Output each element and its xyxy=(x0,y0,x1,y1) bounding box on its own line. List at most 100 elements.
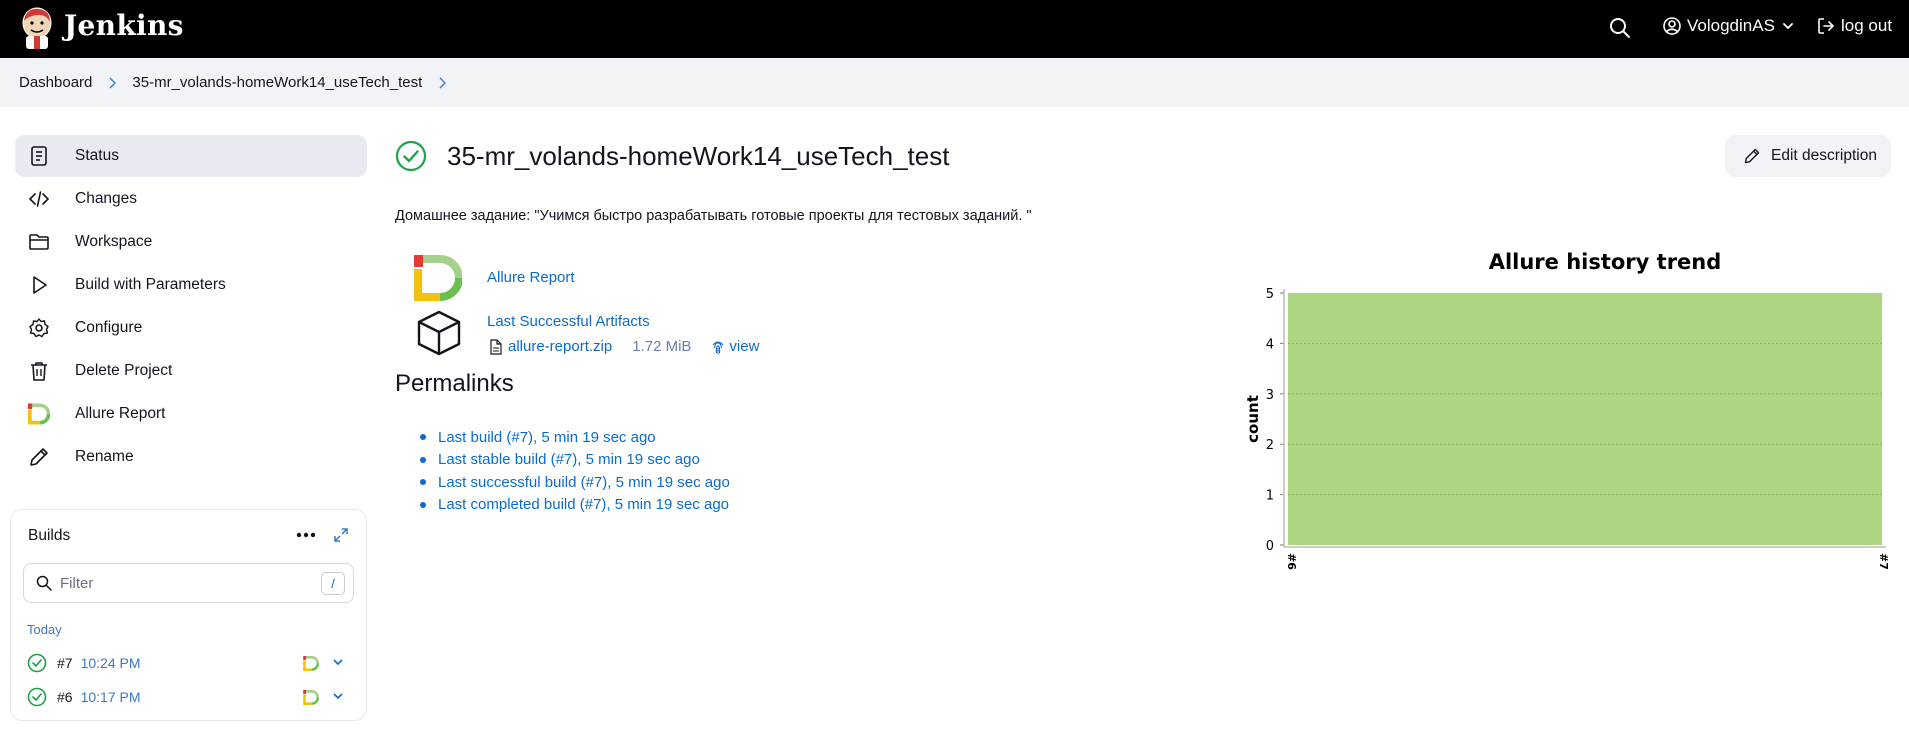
sidebar-item-label: Build with Parameters xyxy=(75,276,226,293)
logout-label: log out xyxy=(1841,16,1893,35)
user-name: VologdinAS xyxy=(1687,16,1775,35)
list-item: Last build (#7), 5 min 19 sec ago xyxy=(420,426,730,449)
pencil-icon xyxy=(27,445,51,469)
x-tick-label: #6 xyxy=(1285,553,1298,570)
expand-icon[interactable] xyxy=(333,527,349,543)
view-label: view xyxy=(729,338,760,355)
breadcrumb-dashboard[interactable]: Dashboard xyxy=(19,74,92,91)
builds-filter[interactable]: / xyxy=(23,563,354,603)
filter-input[interactable] xyxy=(60,574,300,592)
build-row-7[interactable]: #7 10:24 PM xyxy=(27,650,357,676)
build-time[interactable]: 10:24 PM xyxy=(81,655,141,671)
success-icon xyxy=(27,687,47,707)
sidebar-item-label: Allure Report xyxy=(75,405,166,422)
build-number[interactable]: #6 xyxy=(57,689,73,705)
chevron-right-icon[interactable] xyxy=(438,77,447,89)
y-axis-label: count xyxy=(1244,395,1262,443)
brand-name[interactable]: Jenkins xyxy=(64,9,184,42)
artifact-row: allure-report.zip 1.72 MiB view xyxy=(490,338,759,355)
chevron-right-icon[interactable] xyxy=(108,77,117,89)
y-tick-label: 0 xyxy=(1266,539,1274,554)
build-number[interactable]: #7 xyxy=(57,655,73,671)
chevron-down-icon[interactable] xyxy=(332,690,344,702)
side-panel: Status Changes Workspace Build with Para… xyxy=(15,135,367,479)
project-description: Домашнее задание: "Учимся быстро разраба… xyxy=(395,208,1032,224)
more-options-icon[interactable] xyxy=(296,532,316,538)
edit-description-label: Edit description xyxy=(1771,147,1877,164)
play-icon xyxy=(27,273,51,297)
breadcrumb-project[interactable]: 35-mr_volands-homeWork14_useTech_test xyxy=(132,74,422,91)
permalinks-heading: Permalinks xyxy=(395,370,514,397)
search-icon xyxy=(36,575,52,591)
top-header: Jenkins VologdinAS log out xyxy=(0,0,1909,58)
build-group-label: Today xyxy=(27,622,62,637)
breadcrumb: Dashboard 35-mr_volands-homeWork14_useTe… xyxy=(0,58,1909,107)
sidebar-item-build-with-parameters[interactable]: Build with Parameters xyxy=(15,264,367,306)
sidebar-item-label: Workspace xyxy=(75,233,153,250)
code-icon xyxy=(27,187,51,211)
build-row-6[interactable]: #6 10:17 PM xyxy=(27,684,357,710)
allure-icon[interactable] xyxy=(303,656,319,671)
sidebar-item-allure-report[interactable]: Allure Report xyxy=(15,393,367,435)
bullet xyxy=(420,456,426,463)
trash-icon xyxy=(27,359,51,383)
x-tick-label: #7 xyxy=(1877,553,1890,570)
sidebar-item-delete-project[interactable]: Delete Project xyxy=(15,350,367,392)
sidebar-item-label: Changes xyxy=(75,190,138,207)
allure-logo-icon[interactable] xyxy=(414,255,462,301)
allure-icon[interactable] xyxy=(303,690,319,705)
allure-history-trend-chart[interactable]: Allure history trend count 0 1 2 3 4 5 #6 #7 xyxy=(1240,245,1909,575)
sidebar-item-workspace[interactable]: Workspace xyxy=(15,221,367,263)
last-successful-artifacts-link[interactable]: Last Successful Artifacts xyxy=(487,313,650,330)
sidebar-item-label: Configure xyxy=(75,319,143,336)
chevron-down-icon xyxy=(1783,23,1793,30)
y-tick-label: 1 xyxy=(1266,489,1274,504)
fingerprint-icon xyxy=(712,340,724,354)
sidebar-item-status[interactable]: Status xyxy=(15,135,367,177)
list-item: Last successful build (#7), 5 min 19 sec… xyxy=(420,471,730,494)
bullet xyxy=(420,479,426,486)
search-icon[interactable] xyxy=(1609,17,1631,39)
edit-description-button[interactable]: Edit description xyxy=(1725,135,1891,177)
permalink-last-build[interactable]: Last build (#7), 5 min 19 sec ago xyxy=(438,429,656,446)
chart-title: Allure history trend xyxy=(1489,250,1722,274)
logout-link[interactable]: log out xyxy=(1817,16,1892,36)
sidebar-item-label: Rename xyxy=(75,448,134,465)
artifact-file-link[interactable]: allure-report.zip xyxy=(508,338,612,355)
filter-shortcut-key: / xyxy=(321,572,345,595)
y-tick-label: 4 xyxy=(1266,337,1274,352)
sidebar-item-label: Status xyxy=(75,147,119,164)
sidebar-item-changes[interactable]: Changes xyxy=(15,178,367,220)
build-time[interactable]: 10:17 PM xyxy=(81,689,141,705)
y-tick-label: 3 xyxy=(1266,388,1274,403)
success-icon xyxy=(27,653,47,673)
page-title: 35-mr_volands-homeWork14_useTech_test xyxy=(447,141,950,171)
allure-icon xyxy=(27,402,51,426)
chevron-down-icon[interactable] xyxy=(332,656,344,668)
artifact-size: 1.72 MiB xyxy=(632,338,692,355)
sidebar-item-configure[interactable]: Configure xyxy=(15,307,367,349)
y-tick-label: 2 xyxy=(1266,438,1274,453)
permalink-last-completed-build[interactable]: Last completed build (#7), 5 min 19 sec … xyxy=(438,496,729,513)
pencil-icon xyxy=(1744,148,1760,164)
artifact-view-link[interactable]: view xyxy=(711,338,759,355)
builds-title: Builds xyxy=(28,527,71,544)
bullet xyxy=(420,501,426,508)
sidebar-item-rename[interactable]: Rename xyxy=(15,436,367,478)
user-icon xyxy=(1663,17,1681,35)
permalink-last-successful-build[interactable]: Last successful build (#7), 5 min 19 sec… xyxy=(438,474,730,491)
user-menu[interactable]: VologdinAS xyxy=(1663,16,1795,36)
permalinks-list: Last build (#7), 5 min 19 sec ago Last s… xyxy=(420,426,730,516)
logout-icon xyxy=(1818,18,1835,34)
jenkins-logo-icon[interactable] xyxy=(20,6,54,50)
file-icon xyxy=(490,338,502,355)
permalink-last-stable-build[interactable]: Last stable build (#7), 5 min 19 sec ago xyxy=(438,451,700,468)
list-item: Last stable build (#7), 5 min 19 sec ago xyxy=(420,449,730,472)
gear-icon xyxy=(27,316,51,340)
package-icon xyxy=(417,310,461,356)
bullet xyxy=(420,434,426,441)
allure-report-link[interactable]: Allure Report xyxy=(487,269,575,286)
sidebar-item-label: Delete Project xyxy=(75,362,173,379)
folder-icon xyxy=(27,230,51,254)
series-area xyxy=(1288,293,1882,545)
